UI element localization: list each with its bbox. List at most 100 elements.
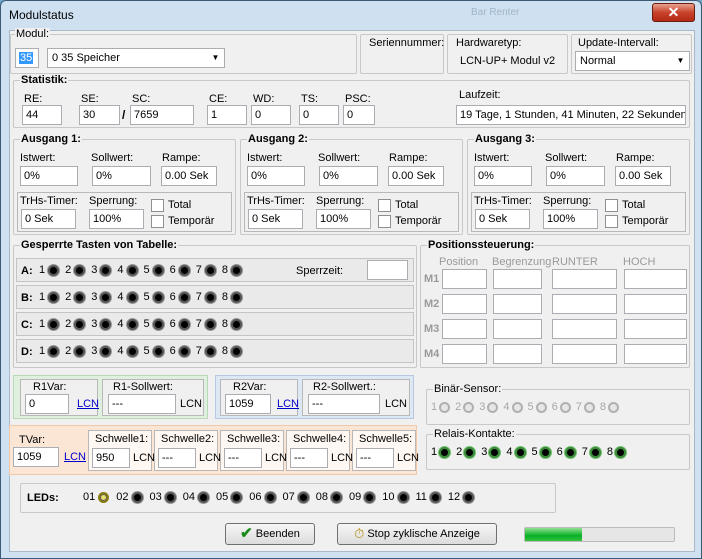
led-indicator[interactable] bbox=[131, 491, 143, 503]
relais-indicator[interactable] bbox=[564, 446, 576, 458]
key-lock-indicator[interactable] bbox=[152, 318, 164, 330]
schwelle-5-field[interactable]: --- bbox=[356, 448, 394, 468]
total-checkbox[interactable] bbox=[605, 199, 618, 212]
led-indicator[interactable] bbox=[331, 491, 342, 503]
close-button[interactable]: ✕ bbox=[652, 3, 695, 22]
rampe-field[interactable]: 0.00 Sek bbox=[161, 166, 217, 186]
schwelle-4-field[interactable]: --- bbox=[290, 448, 328, 468]
m3-position-field[interactable] bbox=[442, 319, 487, 339]
psc-field[interactable]: 0 bbox=[343, 105, 375, 125]
stop-anzeige-button[interactable]: ⏱ Stop zyklische Anzeige bbox=[337, 523, 497, 545]
m2-hoch-field[interactable] bbox=[624, 294, 687, 314]
r2soll-field[interactable]: --- bbox=[308, 394, 380, 414]
relais-indicator[interactable] bbox=[539, 446, 551, 458]
key-lock-indicator[interactable] bbox=[100, 345, 112, 357]
relais-indicator[interactable] bbox=[439, 446, 451, 458]
m2-runter-field[interactable] bbox=[552, 294, 617, 314]
total-checkbox[interactable] bbox=[378, 199, 391, 212]
re-field[interactable]: 44 bbox=[22, 105, 62, 125]
key-lock-indicator[interactable] bbox=[48, 345, 60, 357]
key-lock-indicator[interactable] bbox=[152, 291, 164, 303]
key-lock-indicator[interactable] bbox=[204, 264, 216, 276]
r1soll-field[interactable]: --- bbox=[108, 394, 176, 414]
relais-indicator[interactable] bbox=[615, 446, 626, 458]
istwert-field[interactable]: 0% bbox=[474, 166, 532, 186]
key-lock-indicator[interactable] bbox=[178, 318, 190, 330]
led-indicator[interactable] bbox=[364, 491, 376, 503]
key-lock-indicator[interactable] bbox=[204, 291, 216, 303]
key-lock-indicator[interactable] bbox=[48, 291, 60, 303]
led-indicator[interactable] bbox=[264, 491, 276, 503]
schwelle-3-field[interactable]: --- bbox=[224, 448, 262, 468]
key-lock-indicator[interactable] bbox=[178, 264, 190, 276]
key-lock-indicator[interactable] bbox=[74, 318, 86, 330]
relais-indicator[interactable] bbox=[589, 446, 601, 458]
sperrung-field[interactable]: 100% bbox=[543, 209, 598, 229]
r2var-lcn-link[interactable]: LCN bbox=[277, 398, 299, 410]
schwelle-2-field[interactable]: --- bbox=[158, 448, 196, 468]
key-lock-indicator[interactable] bbox=[152, 345, 164, 357]
ce-field[interactable]: 1 bbox=[207, 105, 247, 125]
key-lock-indicator[interactable] bbox=[100, 291, 112, 303]
m1-hoch-field[interactable] bbox=[624, 269, 687, 289]
led-indicator[interactable] bbox=[198, 491, 209, 503]
se-field[interactable]: 30 bbox=[79, 105, 120, 125]
modul-select[interactable]: 0 35 Speicher ▼ bbox=[47, 48, 225, 68]
led-indicator[interactable] bbox=[297, 491, 309, 503]
trhs-timer-field[interactable]: 0 Sek bbox=[21, 209, 76, 229]
relais-indicator[interactable] bbox=[514, 446, 526, 458]
m1-position-field[interactable] bbox=[442, 269, 487, 289]
istwert-field[interactable]: 0% bbox=[20, 166, 78, 186]
m2-position-field[interactable] bbox=[442, 294, 487, 314]
key-lock-indicator[interactable] bbox=[231, 291, 242, 303]
trhs-timer-field[interactable]: 0 Sek bbox=[248, 209, 303, 229]
m4-runter-field[interactable] bbox=[552, 344, 617, 364]
m4-position-field[interactable] bbox=[442, 344, 487, 364]
sc-field[interactable]: 7659 bbox=[130, 105, 194, 125]
key-lock-indicator[interactable] bbox=[152, 264, 164, 276]
led-indicator[interactable] bbox=[429, 491, 441, 503]
r1var-field[interactable]: 0 bbox=[25, 394, 69, 414]
led-indicator[interactable] bbox=[164, 491, 176, 503]
sperrung-field[interactable]: 100% bbox=[316, 209, 371, 229]
key-lock-indicator[interactable] bbox=[48, 264, 60, 276]
m4-hoch-field[interactable] bbox=[624, 344, 687, 364]
relais-indicator[interactable] bbox=[464, 446, 476, 458]
ts-field[interactable]: 0 bbox=[299, 105, 339, 125]
trhs-timer-field[interactable]: 0 Sek bbox=[475, 209, 530, 229]
wd-field[interactable]: 0 bbox=[251, 105, 291, 125]
key-lock-indicator[interactable] bbox=[74, 291, 86, 303]
key-lock-indicator[interactable] bbox=[74, 345, 86, 357]
m2-begrenzung-field[interactable] bbox=[493, 294, 542, 314]
m1-runter-field[interactable] bbox=[552, 269, 617, 289]
rampe-field[interactable]: 0.00 Sek bbox=[388, 166, 444, 186]
r1var-lcn-link[interactable]: LCN bbox=[77, 398, 99, 410]
laufzeit-field[interactable]: 19 Tage, 1 Stunden, 41 Minuten, 22 Sekun… bbox=[456, 105, 686, 125]
m4-begrenzung-field[interactable] bbox=[493, 344, 542, 364]
m1-begrenzung-field[interactable] bbox=[493, 269, 542, 289]
sollwert-field[interactable]: 0% bbox=[319, 166, 378, 186]
key-lock-indicator[interactable] bbox=[100, 318, 112, 330]
key-lock-indicator[interactable] bbox=[126, 291, 138, 303]
m3-hoch-field[interactable] bbox=[624, 319, 687, 339]
sollwert-field[interactable]: 0% bbox=[546, 166, 605, 186]
key-lock-indicator[interactable] bbox=[126, 264, 138, 276]
temporaer-checkbox[interactable] bbox=[378, 215, 391, 228]
rampe-field[interactable]: 0.00 Sek bbox=[615, 166, 671, 186]
key-lock-indicator[interactable] bbox=[100, 264, 112, 276]
relais-indicator[interactable] bbox=[489, 446, 501, 458]
key-lock-indicator[interactable] bbox=[48, 318, 60, 330]
key-lock-indicator[interactable] bbox=[74, 264, 86, 276]
interval-select[interactable]: Normal ▼ bbox=[575, 51, 690, 71]
tvar-lcn-link[interactable]: LCN bbox=[64, 451, 86, 463]
m3-runter-field[interactable] bbox=[552, 319, 617, 339]
sperrung-field[interactable]: 100% bbox=[89, 209, 144, 229]
key-lock-indicator[interactable] bbox=[204, 318, 216, 330]
m3-begrenzung-field[interactable] bbox=[493, 319, 542, 339]
led-indicator[interactable] bbox=[463, 491, 475, 503]
tvar-field[interactable]: 1059 bbox=[13, 447, 59, 467]
key-lock-indicator[interactable] bbox=[126, 318, 138, 330]
sollwert-field[interactable]: 0% bbox=[92, 166, 151, 186]
key-lock-indicator[interactable] bbox=[178, 291, 190, 303]
led-indicator[interactable] bbox=[98, 491, 110, 503]
